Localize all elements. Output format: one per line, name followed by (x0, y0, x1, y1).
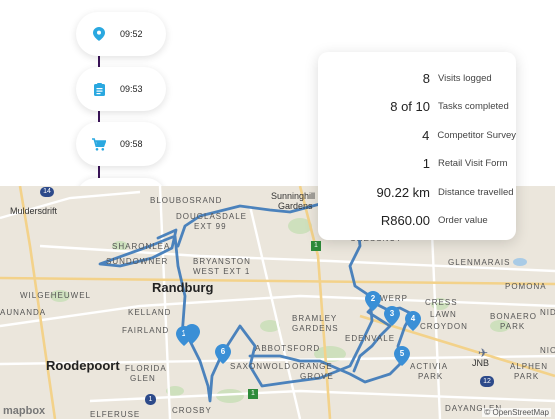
place-label: FLORIDA (125, 364, 167, 373)
place-label: KELLAND (128, 308, 172, 317)
stat-label: Distance travelled (438, 186, 514, 198)
place-label: CRESS (425, 298, 458, 307)
road-badge: 12 (480, 376, 494, 387)
visit-timeline: 09:52 09:53 09:58 (0, 0, 300, 200)
stat-value: 4 (422, 127, 430, 143)
stat-label: Visits logged (438, 72, 492, 84)
road-badge: 14 (40, 187, 54, 197)
marker-number: 2 (370, 294, 376, 303)
timeline-time: 09:52 (120, 29, 143, 39)
map-pin-icon (90, 25, 108, 43)
timeline-item-task[interactable]: 09:53 (76, 67, 166, 111)
place-label: Gardens (278, 201, 313, 211)
place-label: CROSBY (172, 406, 212, 415)
stat-value: 1 (422, 156, 430, 172)
stat-label: Order value (438, 215, 488, 227)
stat-value: 8 (422, 70, 430, 86)
timeline-item-visit[interactable]: 09:52 (76, 12, 166, 56)
place-label: EXT 99 (194, 222, 227, 231)
timeline-time: 09:53 (120, 84, 143, 94)
timeline-line (98, 40, 100, 200)
place-label: SUNDOWNER (106, 257, 169, 266)
place-label: BLOUBOSRAND (150, 196, 223, 205)
place-label: WEST EXT 1 (193, 267, 251, 276)
place-label: SAXONWOLD (230, 362, 292, 371)
place-label: LAWN (430, 310, 457, 319)
map-attribution[interactable]: © OpenStreetMap (482, 408, 551, 417)
route-stats-card: 8 Visits logged 8 of 10 Tasks completed … (318, 52, 516, 240)
place-label: WERP (380, 294, 408, 303)
place-label: GARDENS (292, 324, 339, 333)
cart-icon (90, 135, 108, 153)
stat-row: 8 Visits logged (318, 64, 516, 93)
place-label: FAIRLAND (122, 326, 170, 335)
place-label: GLEN (130, 374, 156, 383)
marker-number: 4 (410, 314, 416, 323)
stat-value: 8 of 10 (390, 99, 430, 115)
stat-row: 90.22 km Distance travelled (318, 178, 516, 207)
place-label: BRAMLEY (292, 314, 338, 323)
place-label: CROYDON (420, 322, 468, 331)
place-label: ALPHEN (510, 362, 549, 371)
place-label: ABBOTSFORD (255, 344, 321, 353)
stat-label: Retail Visit Form (438, 158, 508, 170)
timeline-time: 09:58 (120, 139, 143, 149)
stat-row: 8 of 10 Tasks completed (318, 93, 516, 122)
stat-row: 1 Retail Visit Form (318, 150, 516, 179)
place-label: Muldersdrift (10, 206, 58, 216)
mapbox-logo: mapbox (3, 405, 46, 417)
place-label: GLENMARAIS (448, 258, 511, 267)
place-label: POMONA (505, 282, 547, 291)
place-label: Roodepoort (46, 358, 120, 373)
marker-number: 6 (220, 347, 226, 356)
place-label: NIO (540, 346, 555, 355)
stat-row: R860.00 Order value (318, 207, 516, 236)
stat-row: 4 Competitor Survey (318, 121, 516, 150)
road-badge: 1 (145, 394, 156, 405)
place-label: ACTIVIA (410, 362, 449, 371)
marker-number: 5 (399, 349, 405, 358)
place-label: WILGEHEUWEL (20, 291, 92, 300)
place-label: BRYANSTON (193, 257, 251, 266)
place-label: AUNANDA (0, 308, 47, 317)
place-label: ORANGE (292, 362, 333, 371)
stat-value: R860.00 (380, 213, 430, 229)
place-label: GROVE (300, 372, 334, 381)
place-label: EDENVALE (345, 334, 396, 343)
road-badge: 1 (311, 241, 321, 251)
marker-number: 3 (389, 309, 395, 318)
place-label: Sunninghill (271, 191, 316, 201)
place-label: ELFERUSE (90, 410, 141, 419)
place-label: BONAERO (490, 312, 538, 321)
place-label: SHARONLEA (112, 242, 171, 251)
clipboard-icon (90, 80, 108, 98)
place-label: PARK (500, 322, 526, 331)
place-label: PARK (418, 372, 444, 381)
timeline-item-order[interactable]: 09:58 (76, 122, 166, 166)
place-label: Randburg (152, 280, 214, 295)
road-badge: 1 (248, 389, 258, 399)
stat-label: Tasks completed (438, 101, 509, 113)
stat-value: 90.22 km (376, 184, 430, 200)
place-label: NID (540, 308, 555, 317)
place-label: PARK (514, 372, 540, 381)
place-label: DOUGLASDALE (176, 212, 248, 221)
stat-label: Competitor Survey (437, 129, 516, 141)
airport-icon: ✈ (478, 346, 489, 360)
